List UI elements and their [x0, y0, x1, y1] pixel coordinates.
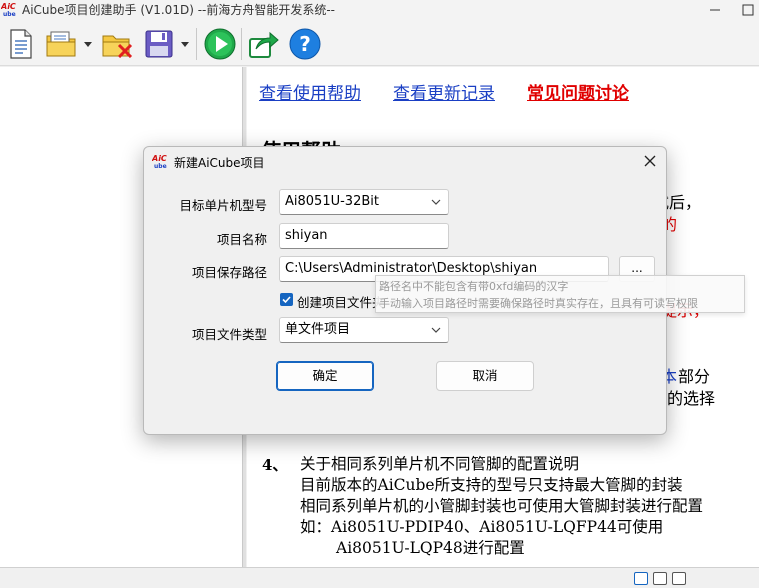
save-project-button[interactable] [142, 27, 176, 61]
mcu-model-value: Ai8051U-32Bit [285, 194, 379, 209]
chevron-down-icon [431, 327, 441, 333]
close-icon[interactable] [642, 153, 658, 169]
file-type-select[interactable]: 单文件项目 [279, 317, 449, 343]
project-name-value: shiyan [285, 228, 328, 243]
svg-text:ube: ube [154, 163, 167, 170]
maximize-icon[interactable] [738, 0, 758, 20]
faq-link[interactable]: 常见问题讨论 [527, 79, 629, 104]
svg-text:?: ? [299, 32, 311, 56]
help-button[interactable]: ? [288, 27, 322, 61]
path-tooltip: 路径名中不能包含有带0xfd编码的汉字 手动输入项目路径时需要确保路径时真实存在… [375, 275, 745, 313]
layout-split-icon[interactable] [634, 572, 648, 585]
project-name-input[interactable]: shiyan [279, 223, 449, 249]
section-line: 相同系列单片机的小管脚封装也可使用大管脚封装进行配置 [300, 497, 704, 515]
run-button[interactable] [203, 27, 237, 61]
mcu-model-label: 目标单片机型号 [179, 198, 267, 213]
export-icon [249, 31, 279, 58]
save-path-value: C:\Users\Administrator\Desktop\shiyan [285, 261, 538, 276]
save-icon [145, 30, 173, 58]
toolbar: ? [0, 20, 759, 66]
close-project-button[interactable] [100, 27, 134, 61]
chevron-down-icon [431, 199, 441, 205]
view-help-link[interactable]: 查看使用帮助 [259, 79, 361, 104]
file-type-value: 单文件项目 [285, 322, 351, 337]
tooltip-line: 路径名中不能包含有带0xfd编码的汉字 [379, 280, 569, 293]
new-project-button[interactable] [4, 27, 38, 61]
section-title: 关于相同系列单片机不同管脚的配置说明 [300, 455, 580, 473]
section-line: 目前版本的AiCube所支持的型号只支持最大管脚的封装 [300, 476, 683, 494]
create-folder-label[interactable]: 创建项目文件夹 [297, 292, 385, 311]
run-icon [204, 28, 236, 60]
view-changelog-link[interactable]: 查看更新记录 [393, 79, 495, 104]
create-folder-checkbox[interactable] [280, 293, 293, 306]
aicube-logo-icon: AiC ube [152, 154, 167, 170]
project-name-label: 项目名称 [216, 232, 267, 247]
section-number: 4、 [262, 456, 288, 474]
open-folder-icon [46, 31, 76, 57]
ok-button[interactable]: 确定 [276, 361, 374, 391]
layout-right-icon[interactable] [672, 572, 686, 585]
toolbar-separator [241, 28, 242, 60]
status-bar [0, 567, 759, 588]
mcu-model-select[interactable]: Ai8051U-32Bit [279, 189, 449, 215]
section-line: Ai8051U-LQP48进行配置 [336, 539, 525, 557]
title-bar: AiC ube AiCube项目创建助手 (V1.01D) --前海方舟智能开发… [0, 0, 759, 20]
help-icon: ? [289, 28, 321, 60]
section-line: 如：Ai8051U-PDIP40、Ai8051U-LQFP44可使用 [300, 518, 664, 536]
svg-text:ube: ube [3, 11, 16, 17]
save-path-label: 项目保存路径 [191, 265, 267, 280]
export-button[interactable] [247, 27, 281, 61]
chevron-down-icon[interactable] [84, 40, 92, 48]
chevron-down-icon[interactable] [181, 40, 189, 48]
layout-left-icon[interactable] [653, 572, 667, 585]
window-title: AiCube项目创建助手 (V1.01D) --前海方舟智能开发系统-- [22, 3, 336, 17]
aicube-logo-icon: AiC ube [1, 2, 16, 17]
checkmark-icon [282, 296, 291, 304]
text-fragment: 部分 [678, 367, 711, 386]
minimize-icon[interactable] [700, 0, 730, 20]
cancel-button[interactable]: 取消 [436, 361, 534, 391]
dialog-title: 新建AiCube项目 [174, 156, 265, 170]
svg-text:AiC: AiC [1, 2, 16, 11]
close-folder-icon [102, 35, 133, 58]
tooltip-line: 手动输入项目路径时需要确保路径时真实存在，且具有可读写权限 [379, 297, 698, 310]
file-type-label: 项目文件类型 [191, 327, 267, 342]
open-project-button[interactable] [44, 27, 78, 61]
text-fragment: 的选择 [667, 389, 716, 408]
svg-text:AiC: AiC [152, 154, 167, 163]
toolbar-separator [196, 28, 197, 60]
new-document-icon [10, 29, 32, 59]
